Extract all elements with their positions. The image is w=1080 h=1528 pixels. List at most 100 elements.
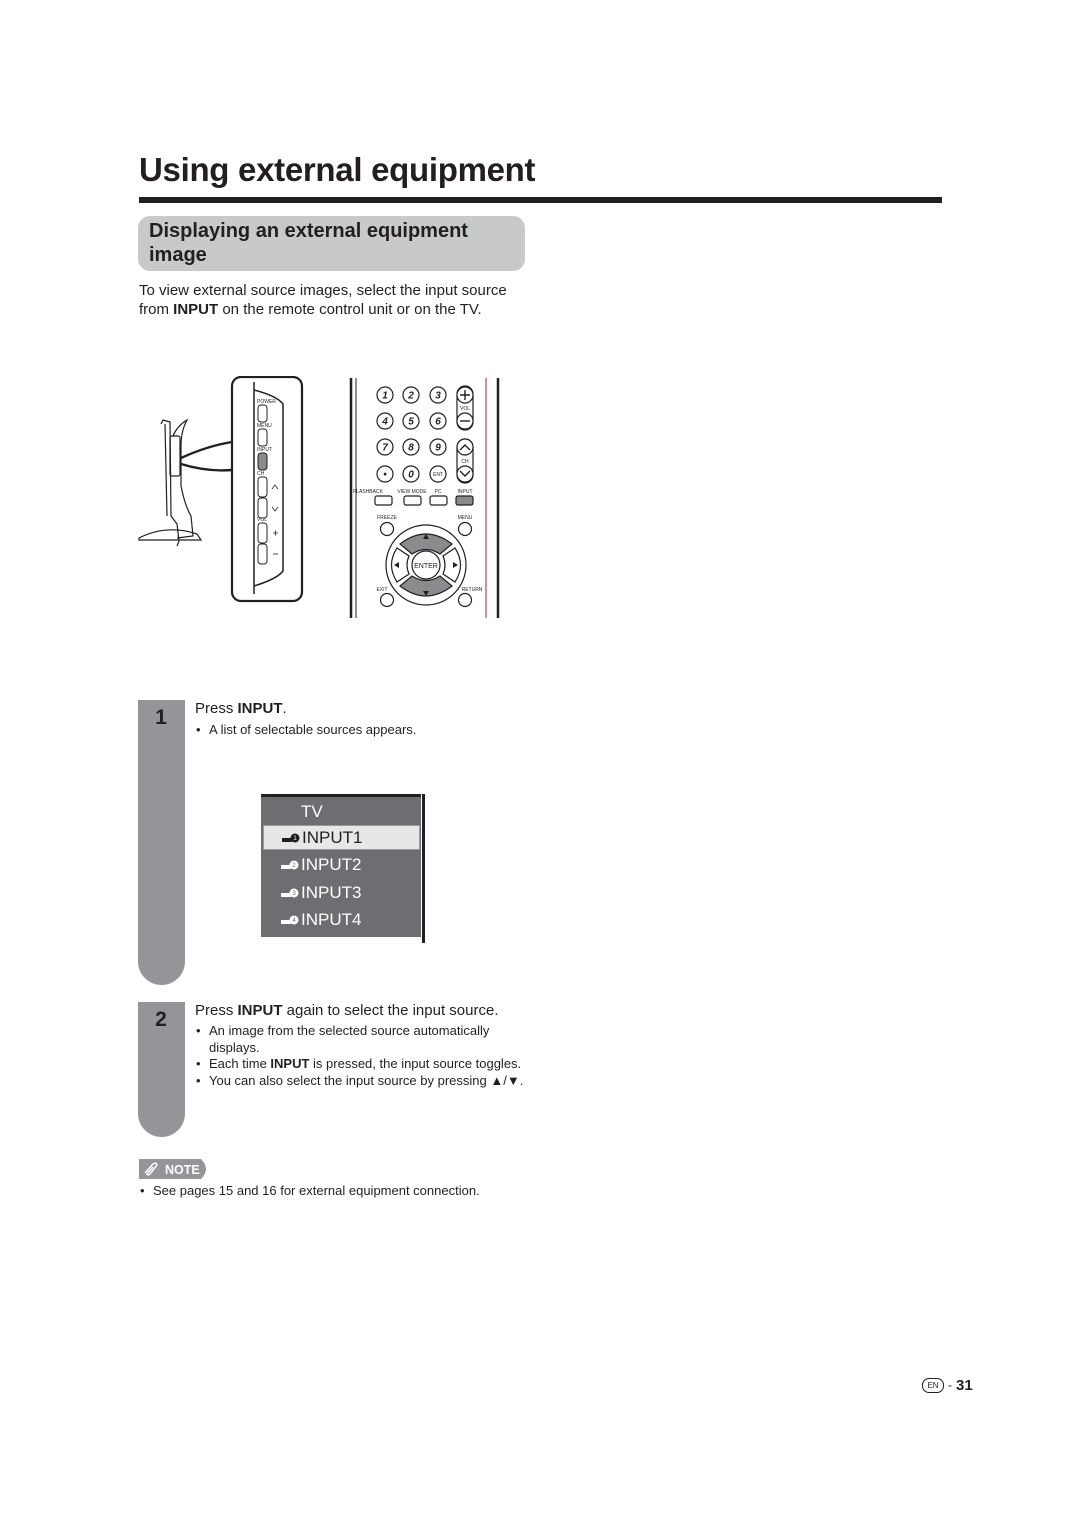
step-2-bullet: Each time INPUT is pressed, the input so… xyxy=(195,1056,530,1073)
remote-control-figure: 1 2 3 4 5 6 7 8 9 • 0 ENT VOL CH FLASHBACK VIEW MOD… xyxy=(349,378,500,618)
section-header: Displaying an external equipment image xyxy=(138,216,525,271)
menu-item-input4[interactable]: 4 INPUT4 xyxy=(263,908,420,931)
remote-key-label: 8 xyxy=(408,443,414,454)
enter-label: ENTER xyxy=(414,563,438,570)
remote-key-label: • xyxy=(383,470,387,481)
remote-key-label: 0 xyxy=(408,470,414,481)
pc-label: PC xyxy=(435,489,442,495)
pc-button[interactable] xyxy=(429,495,448,506)
menu-border xyxy=(422,794,425,943)
flashback-button[interactable] xyxy=(374,495,393,506)
language-badge: EN xyxy=(922,1377,944,1393)
return-label: RETURN xyxy=(462,587,483,593)
freeze-label: FREEZE xyxy=(377,515,397,521)
tv-label-input: INPUT xyxy=(257,447,272,453)
page-number: 31 xyxy=(956,1376,973,1394)
title-divider xyxy=(139,197,942,203)
vol-label: VOL xyxy=(460,406,470,412)
bullet-text: Each time xyxy=(209,1056,271,1071)
remote-key-label: 6 xyxy=(435,417,441,428)
page-separator: - xyxy=(948,1378,952,1392)
note-text: See pages 15 and 16 for external equipme… xyxy=(139,1183,553,1199)
tv-input-button[interactable] xyxy=(257,452,268,471)
step-2-bullet: An image from the selected source automa… xyxy=(195,1023,530,1056)
tv-ch-down-button[interactable] xyxy=(257,497,268,519)
menu-item-label: INPUT1 xyxy=(302,828,363,847)
page-footer: EN - 31 xyxy=(922,1376,973,1394)
note-label: NOTE xyxy=(165,1163,200,1177)
step-1-content: Press INPUT. A list of selectable source… xyxy=(195,700,525,739)
intro-paragraph: To view external source images, select t… xyxy=(139,282,519,319)
step-2-bar: 2 xyxy=(138,1002,185,1137)
bullet-text: You can also select the input source by … xyxy=(209,1072,524,1088)
intro-text-end: on the remote control unit or on the TV. xyxy=(218,300,482,318)
heading-text: Press xyxy=(195,1002,238,1019)
tv-side-panel-figure: POWER MENU INPUT CH VOL xyxy=(138,376,304,603)
menu-item-input1[interactable]: 1 INPUT1 xyxy=(263,825,420,850)
return-button[interactable] xyxy=(457,592,473,608)
menu-item-tv[interactable]: TV xyxy=(263,800,420,823)
remote-key-label: 2 xyxy=(407,391,414,402)
input-label: INPUT xyxy=(458,489,473,495)
menu-item-label: INPUT3 xyxy=(301,883,362,902)
bullet-text: An image from the selected source automa… xyxy=(209,1023,490,1055)
heading-bold: INPUT xyxy=(237,1002,283,1019)
remote-input-button[interactable] xyxy=(455,495,474,506)
remote-key-label: 9 xyxy=(435,443,441,454)
plug-2-icon: 2 xyxy=(281,860,299,870)
remote-key-label: ENT xyxy=(433,472,443,478)
exit-button[interactable] xyxy=(379,592,395,608)
heading-text-end: . xyxy=(282,700,287,717)
menu-item-label: INPUT2 xyxy=(301,855,362,874)
heading-text-end: again to select the input source. xyxy=(282,1002,499,1019)
step-2-bullet: You can also select the input source by … xyxy=(195,1073,530,1090)
section-title: Displaying an external equipment image xyxy=(149,220,468,266)
tv-stand xyxy=(138,529,203,541)
bullet-text: A list of selectable sources appears. xyxy=(209,722,417,737)
tv-ch-up-button[interactable] xyxy=(257,476,268,498)
tv-power-button[interactable] xyxy=(257,404,268,423)
ch-down-arrow-icon xyxy=(271,506,279,512)
plug-4-icon: 4 xyxy=(281,915,299,925)
menu-item-label: INPUT4 xyxy=(301,910,362,929)
input-source-menu: TV 1 INPUT1 2 INPUT2 3 INPUT3 4 INPUT4 xyxy=(261,794,421,937)
tv-label-ch: CH xyxy=(257,471,265,477)
view-mode-button[interactable] xyxy=(403,495,422,506)
tv-vol-up-button[interactable] xyxy=(257,522,268,544)
heading-text: Press xyxy=(195,700,238,717)
remote-key-label: 1 xyxy=(382,391,388,402)
menu-item-input2[interactable]: 2 INPUT2 xyxy=(263,853,420,876)
step-2-content: Press INPUT again to select the input so… xyxy=(195,1002,530,1089)
tv-side-vent xyxy=(169,435,181,477)
flashback-label: FLASHBACK xyxy=(353,489,383,495)
menu-item-label: TV xyxy=(301,802,323,821)
freeze-button[interactable] xyxy=(379,521,395,537)
tv-label-power: POWER xyxy=(257,399,276,405)
intro-bold-input: INPUT xyxy=(173,300,219,318)
plug-1-icon: 1 xyxy=(282,833,300,843)
menu-item-input3[interactable]: 3 INPUT3 xyxy=(263,881,420,904)
menu-label: MENU xyxy=(458,515,473,521)
step-2-number: 2 xyxy=(155,1008,167,1031)
page-title: Using external equipment xyxy=(139,151,536,188)
remote-key-label: 5 xyxy=(408,417,414,428)
step-1-heading: Press INPUT. xyxy=(195,700,525,718)
remote-key-label: 3 xyxy=(435,391,441,402)
menu-button[interactable] xyxy=(457,521,473,537)
ch-up-arrow-icon xyxy=(271,484,279,490)
remote-key-label: 4 xyxy=(381,417,388,428)
step-1-bar: 1 xyxy=(138,700,185,985)
tv-menu-button[interactable] xyxy=(257,428,268,447)
step-1-number: 1 xyxy=(155,706,167,729)
step-2-heading: Press INPUT again to select the input so… xyxy=(195,1002,530,1020)
remote-key-label: 7 xyxy=(382,443,388,454)
ch-up-button[interactable] xyxy=(456,438,474,456)
ch-label: CH xyxy=(461,459,469,465)
exit-label: EXIT xyxy=(376,587,387,593)
ch-down-button[interactable] xyxy=(456,465,474,483)
tv-label-menu: MENU xyxy=(257,423,272,429)
heading-bold: INPUT xyxy=(237,700,283,717)
bullet-bold: INPUT xyxy=(270,1056,310,1071)
tv-vol-down-button[interactable] xyxy=(257,543,268,565)
view-mode-label: VIEW MODE xyxy=(397,489,427,495)
